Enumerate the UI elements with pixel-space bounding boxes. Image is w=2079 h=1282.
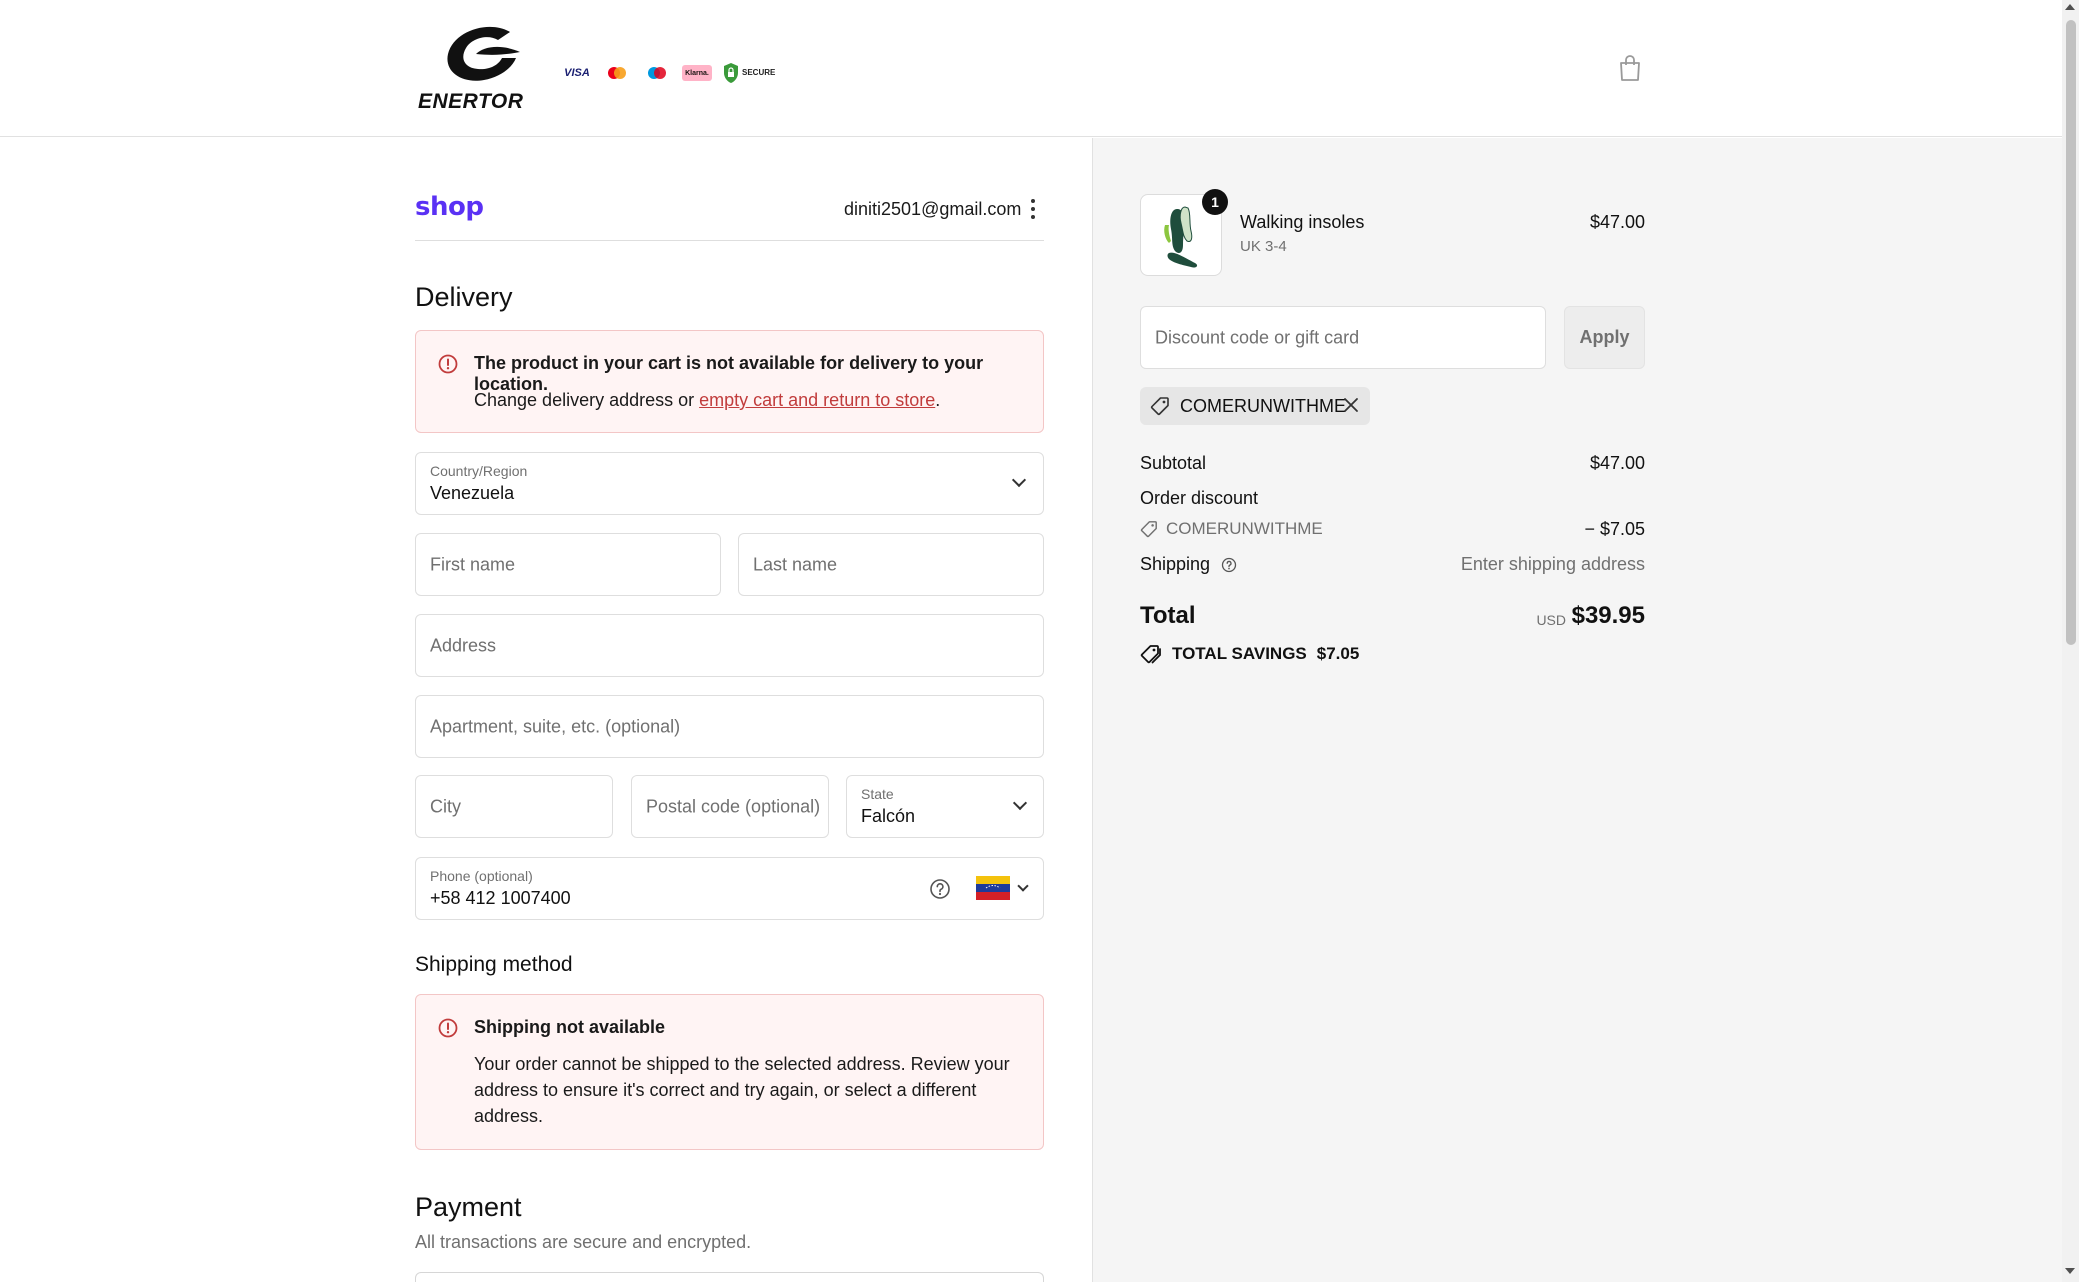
visa-icon: VISA — [564, 67, 590, 79]
total-savings-row: TOTAL SAVINGS $7.05 — [1140, 644, 1359, 664]
applied-discount-chip: COMERUNWITHME — [1140, 387, 1370, 425]
enertor-logo-mark — [447, 26, 520, 81]
shipping-help-icon[interactable] — [1221, 557, 1237, 573]
state-value: Falcón — [861, 806, 916, 826]
account-menu-button[interactable] — [1030, 199, 1036, 219]
secure-label: SECURE — [742, 68, 776, 77]
quantity-badge: 1 — [1202, 189, 1228, 215]
tag-icon — [1150, 397, 1169, 416]
subtotal-value: $47.00 — [1589, 453, 1645, 473]
tags-icon — [1140, 645, 1161, 664]
savings-value: $7.05 — [1316, 644, 1360, 663]
address-placeholder: Address — [430, 635, 497, 655]
product-name: Walking insoles — [1240, 212, 1365, 232]
postal-code-placeholder: Postal code (optional) — [646, 796, 821, 816]
phone-input[interactable]: Phone (optional) +58 412 1007400 — [415, 857, 1044, 920]
address-input[interactable]: Address — [415, 614, 1044, 677]
scroll-up-arrow-icon[interactable] — [2065, 4, 2075, 10]
country-value: Venezuela — [430, 483, 515, 503]
payment-badges: VISA Klarna. SECURE — [562, 62, 775, 84]
phone-label: Phone (optional) — [430, 868, 533, 884]
enertor-logo[interactable]: ENERTOR — [418, 22, 546, 114]
phone-value: +58 412 1007400 — [430, 888, 571, 908]
last-name-input[interactable]: Last name — [738, 533, 1044, 596]
city-input[interactable]: City — [415, 775, 613, 838]
last-name-placeholder: Last name — [753, 554, 838, 574]
total-value: $39.95 — [1571, 602, 1645, 629]
remove-discount-close-icon[interactable] — [1342, 396, 1360, 414]
account-email: diniti2501@gmail.com — [844, 199, 1022, 219]
shipping-error-text: Your order cannot be shipped to the sele… — [474, 1054, 1010, 1126]
chevron-down-icon — [1012, 795, 1028, 811]
shipping-error-banner: Shipping not available Your order cannot… — [415, 994, 1044, 1150]
shipping-method-heading: Shipping method — [415, 953, 573, 976]
payment-subtext: All transactions are secure and encrypte… — [415, 1232, 752, 1252]
total-label: Total — [1140, 602, 1196, 629]
city-placeholder: City — [430, 796, 461, 816]
tag-icon — [1140, 521, 1157, 538]
cart-bag-icon[interactable] — [1617, 54, 1643, 82]
order-discount-label: Order discount — [1140, 488, 1259, 508]
delivery-error-text: Change delivery address or empty cart an… — [474, 387, 940, 413]
state-select[interactable]: State Falcón — [846, 775, 1044, 838]
apartment-placeholder: Apartment, suite, etc. (optional) — [430, 716, 681, 736]
postal-code-input[interactable]: Postal code (optional) — [631, 775, 829, 838]
shipping-value: Enter shipping address — [1460, 554, 1645, 574]
country-label: Country/Region — [430, 463, 528, 479]
discount-code-input[interactable]: Discount code or gift card — [1140, 306, 1546, 369]
first-name-placeholder: First name — [430, 554, 516, 574]
venezuela-flag-icon[interactable] — [976, 876, 1010, 900]
applied-code-text: COMERUNWITHME — [1180, 396, 1346, 416]
divider — [415, 240, 1044, 241]
first-name-input[interactable]: First name — [415, 533, 721, 596]
product-variant: UK 3-4 — [1240, 238, 1287, 255]
delivery-error-banner: The product in your cart is not availabl… — [415, 330, 1044, 433]
delivery-error-suffix: . — [935, 390, 941, 410]
discount-code-row: COMERUNWITHME — [1140, 519, 1323, 539]
maestro-icon — [642, 62, 672, 84]
apartment-input[interactable]: Apartment, suite, etc. (optional) — [415, 695, 1044, 758]
shop-pay-logo: shop — [415, 192, 484, 222]
secure-badge: SECURE — [722, 62, 775, 84]
delivery-error-prefix: Change delivery address or — [474, 390, 700, 410]
error-icon — [438, 354, 458, 374]
discount-value: − $7.05 — [1584, 519, 1645, 539]
subtotal-label: Subtotal — [1140, 453, 1207, 473]
shield-lock-icon — [724, 63, 738, 83]
scroll-thumb[interactable] — [2066, 20, 2076, 645]
apply-discount-button[interactable]: Apply — [1564, 306, 1645, 369]
help-circle-icon[interactable] — [929, 878, 951, 900]
empty-cart-link[interactable]: empty cart and return to store — [699, 390, 935, 410]
state-label: State — [861, 786, 894, 802]
mastercard-icon — [602, 62, 632, 84]
klarna-icon: Klarna. — [682, 65, 712, 81]
shipping-label-row: Shipping — [1140, 554, 1237, 575]
discount-code-label: COMERUNWITHME — [1166, 519, 1323, 538]
delivery-heading: Delivery — [415, 282, 513, 312]
product-price: $47.00 — [1589, 212, 1645, 232]
chevron-down-icon[interactable] — [1017, 880, 1029, 892]
site-header: ENERTOR VISA Klarna. SECURE — [0, 0, 2062, 137]
discount-placeholder: Discount code or gift card — [1155, 327, 1360, 347]
country-select[interactable]: Country/Region Venezuela — [415, 452, 1044, 515]
shipping-error-title: Shipping not available — [474, 1017, 666, 1037]
brand-wordmark: ENERTOR — [418, 90, 524, 113]
savings-label: TOTAL SAVINGS — [1172, 644, 1307, 663]
payment-methods-box[interactable] — [415, 1272, 1044, 1282]
shipping-label: Shipping — [1140, 554, 1211, 574]
payment-heading: Payment — [415, 1192, 522, 1222]
error-icon — [438, 1018, 458, 1038]
scroll-down-arrow-icon[interactable] — [2065, 1268, 2075, 1274]
chevron-down-icon — [1011, 472, 1027, 488]
